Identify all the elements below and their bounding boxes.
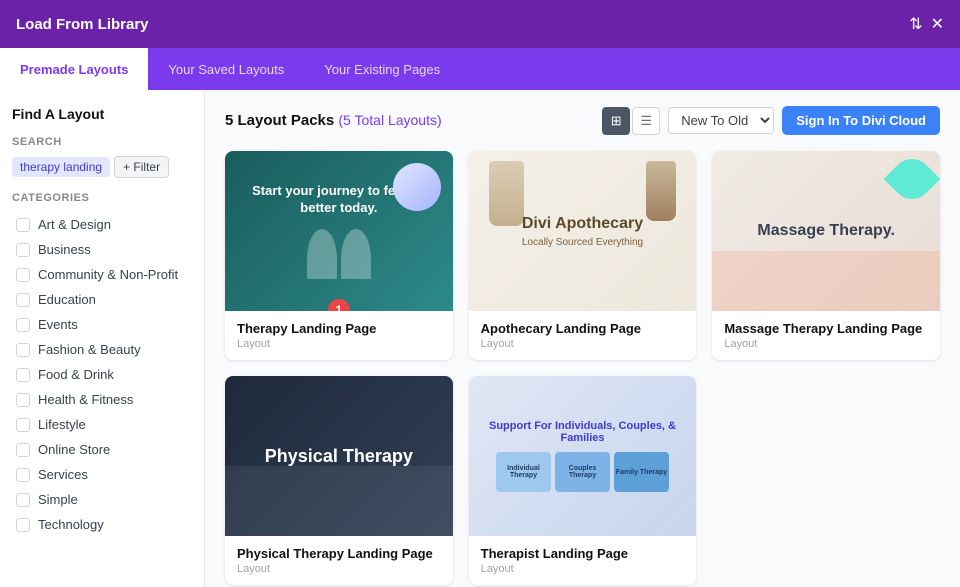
thumb-couples: Couples Therapy — [555, 452, 610, 492]
search-tag[interactable]: therapy landing — [12, 157, 110, 177]
search-label: Search — [12, 136, 192, 148]
sidebar-item-food[interactable]: Food & Drink — [12, 362, 192, 387]
checkbox-food[interactable] — [16, 368, 30, 382]
list-view-button[interactable]: ☰ — [632, 107, 660, 135]
massage-bottom — [712, 251, 940, 311]
checkbox-health[interactable] — [16, 393, 30, 407]
thumb-apothecary-title: Divi Apothecary — [522, 215, 643, 233]
thumb-physical-text: Physical Therapy — [265, 446, 413, 467]
tab-bar: Premade Layouts Your Saved Layouts Your … — [0, 48, 960, 90]
card-type-massage: Layout — [724, 338, 928, 350]
filter-button[interactable]: + Filter — [114, 156, 169, 178]
checkbox-community[interactable] — [16, 268, 30, 282]
card-info-massage: Massage Therapy Landing Page Layout — [712, 311, 940, 360]
card-massage[interactable]: Massage Therapy. Massage Therapy Landing… — [712, 151, 940, 360]
checkbox-services[interactable] — [16, 468, 30, 482]
header-actions: ⊞ ☰ New To OldOld To NewA to ZZ to A Sig… — [602, 106, 940, 135]
card-type-therapist: Layout — [481, 563, 685, 575]
title-bar: Load From Library ⇅ ✕ — [0, 0, 960, 48]
thumb-persons — [307, 229, 371, 279]
card-type-therapy: Layout — [237, 338, 441, 350]
grid-view-button[interactable]: ⊞ — [602, 107, 630, 135]
card-title-therapist: Therapist Landing Page — [481, 546, 685, 561]
card-title-physical: Physical Therapy Landing Page — [237, 546, 441, 561]
card-type-physical: Layout — [237, 563, 441, 575]
bottle-2-shape — [489, 161, 524, 226]
card-therapy[interactable]: Start your journey to feeling better tod… — [225, 151, 453, 360]
title-bar-left: Load From Library — [16, 16, 149, 33]
card-apothecary[interactable]: Divi Apothecary Locally Sourced Everythi… — [469, 151, 697, 360]
thumb-individual: Individual Therapy — [496, 452, 551, 492]
sidebar-item-online[interactable]: Online Store — [12, 437, 192, 462]
sign-in-cloud-button[interactable]: Sign In To Divi Cloud — [782, 106, 940, 135]
teal-leaf — [884, 151, 940, 207]
sidebar-item-lifestyle[interactable]: Lifestyle — [12, 412, 192, 437]
bottle-shape — [646, 161, 676, 221]
sidebar-item-technology[interactable]: Technology — [12, 512, 192, 537]
sidebar-item-fashion[interactable]: Fashion & Beauty — [12, 337, 192, 362]
checkbox-fashion[interactable] — [16, 343, 30, 357]
card-info-therapy: Therapy Landing Page Layout — [225, 311, 453, 360]
checkbox-business[interactable] — [16, 243, 30, 257]
sidebar-item-education[interactable]: Education — [12, 287, 192, 312]
checkbox-online[interactable] — [16, 443, 30, 457]
thumb-circle-img — [393, 163, 441, 211]
sidebar-item-simple[interactable]: Simple — [12, 487, 192, 512]
card-info-apothecary: Apothecary Landing Page Layout — [469, 311, 697, 360]
card-image-physical: Physical Therapy — [225, 376, 453, 536]
sidebar-item-services[interactable]: Services — [12, 462, 192, 487]
category-list: Art & Design Business Community & Non-Pr… — [12, 212, 192, 537]
card-image-apothecary: Divi Apothecary Locally Sourced Everythi… — [469, 151, 697, 311]
checkbox-lifestyle[interactable] — [16, 418, 30, 432]
close-icon[interactable]: ✕ — [931, 14, 944, 34]
sidebar-item-business[interactable]: Business — [12, 237, 192, 262]
card-title-apothecary: Apothecary Landing Page — [481, 321, 685, 336]
sort-icon[interactable]: ⇅ — [909, 14, 922, 34]
find-layout-title: Find A Layout — [12, 106, 192, 122]
categories-label: Categories — [12, 192, 192, 204]
card-therapist[interactable]: Support For Individuals, Couples, & Fami… — [469, 376, 697, 585]
tab-saved[interactable]: Your Saved Layouts — [148, 48, 304, 90]
content-area: 5 Layout Packs (5 Total Layouts) ⊞ ☰ New… — [205, 90, 960, 587]
card-image-therapy: Start your journey to feeling better tod… — [225, 151, 453, 311]
main-layout: Find A Layout Search therapy landing + F… — [0, 90, 960, 587]
view-toggle: ⊞ ☰ — [602, 107, 660, 135]
sidebar-item-art[interactable]: Art & Design — [12, 212, 192, 237]
checkbox-technology[interactable] — [16, 518, 30, 532]
tab-premade[interactable]: Premade Layouts — [0, 48, 148, 90]
sidebar-item-community[interactable]: Community & Non-Profit — [12, 262, 192, 287]
title-bar-icons: ⇅ ✕ — [909, 14, 944, 34]
person-1 — [307, 229, 337, 279]
checkbox-events[interactable] — [16, 318, 30, 332]
dialog-title: Load From Library — [16, 16, 149, 33]
card-title-therapy: Therapy Landing Page — [237, 321, 441, 336]
sidebar-item-events[interactable]: Events — [12, 312, 192, 337]
sidebar: Find A Layout Search therapy landing + F… — [0, 90, 205, 587]
checkbox-education[interactable] — [16, 293, 30, 307]
search-bar: therapy landing + Filter — [12, 156, 192, 178]
card-info-physical: Physical Therapy Landing Page Layout — [225, 536, 453, 585]
layout-count: 5 Layout Packs (5 Total Layouts) — [225, 112, 442, 129]
sort-select[interactable]: New To OldOld To NewA to ZZ to A — [668, 107, 774, 134]
card-info-therapist: Therapist Landing Page Layout — [469, 536, 697, 585]
checkbox-art[interactable] — [16, 218, 30, 232]
card-image-therapist: Support For Individuals, Couples, & Fami… — [469, 376, 697, 536]
thumb-therapist-text: Support For Individuals, Couples, & Fami… — [477, 420, 689, 444]
card-title-massage: Massage Therapy Landing Page — [724, 321, 928, 336]
checkbox-simple[interactable] — [16, 493, 30, 507]
card-image-massage: Massage Therapy. — [712, 151, 940, 311]
card-type-apothecary: Layout — [481, 338, 685, 350]
person-2 — [341, 229, 371, 279]
thumb-massage-text: Massage Therapy. — [757, 221, 895, 240]
content-header: 5 Layout Packs (5 Total Layouts) ⊞ ☰ New… — [225, 106, 940, 135]
thumb-family: Family Therapy — [614, 452, 669, 492]
layout-grid: Start your journey to feeling better tod… — [225, 151, 940, 585]
card-physical[interactable]: Physical Therapy Physical Therapy Landin… — [225, 376, 453, 585]
physical-bottom — [225, 466, 453, 536]
thumb-apothecary-sub: Locally Sourced Everything — [522, 237, 643, 248]
tab-existing[interactable]: Your Existing Pages — [304, 48, 460, 90]
sidebar-item-health[interactable]: Health & Fitness — [12, 387, 192, 412]
